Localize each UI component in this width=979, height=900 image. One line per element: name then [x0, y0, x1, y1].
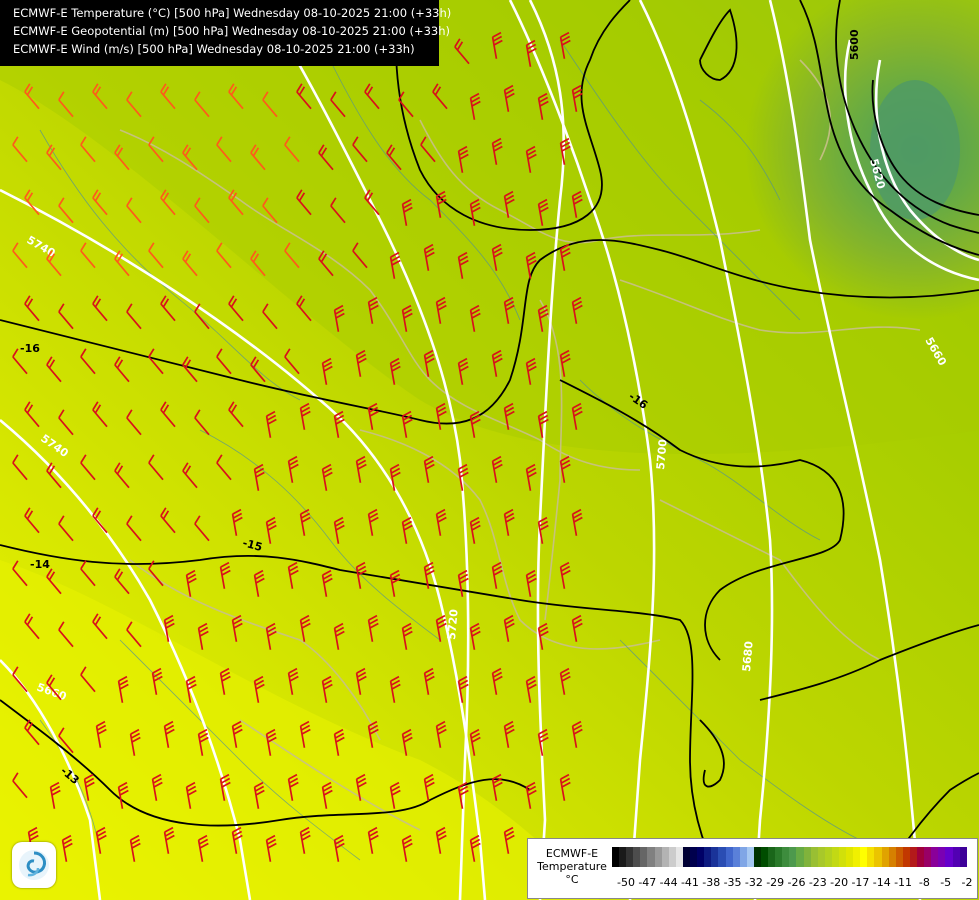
- legend-swatch: [831, 847, 839, 867]
- geopotential-label: 5700: [654, 438, 670, 470]
- legend-swatch: [817, 847, 825, 867]
- legend-swatch: [760, 847, 769, 867]
- map-header: ECMWF-E Temperature (°C) [500 hPa] Wedne…: [0, 0, 452, 66]
- legend-swatch: [753, 847, 761, 867]
- provider-logo: [12, 842, 56, 888]
- geopotential-label: 5720: [445, 608, 461, 640]
- legend-swatch: [640, 847, 648, 867]
- legend-swatch: [931, 847, 939, 867]
- legend-tick: -32: [744, 876, 763, 889]
- legend-swatch: [952, 847, 960, 867]
- legend-swatch: [690, 847, 698, 867]
- legend-swatch: [810, 847, 818, 867]
- legend-swatch: [725, 847, 733, 867]
- legend-swatch: [647, 847, 655, 867]
- geopotential-label: 5680: [740, 640, 756, 672]
- legend-swatch: [682, 847, 691, 867]
- legend-swatch: [697, 847, 705, 867]
- legend-tick: -47: [638, 876, 657, 889]
- legend-tick: -23: [808, 876, 827, 889]
- legend-tick: -8: [918, 876, 930, 889]
- legend-tick: -11: [894, 876, 913, 889]
- legend-swatch: [846, 847, 854, 867]
- legend-swatch: [938, 847, 946, 867]
- legend-tick: -41: [680, 876, 699, 889]
- legend-color-bar: [612, 847, 967, 867]
- legend-swatch: [619, 847, 627, 867]
- legend-swatch: [803, 847, 811, 867]
- legend-swatch: [661, 847, 669, 867]
- legend-swatch: [718, 847, 726, 867]
- legend-swatch: [789, 847, 797, 867]
- legend-swatch: [874, 847, 882, 867]
- legend-swatch: [909, 847, 918, 867]
- legend-swatch: [924, 847, 932, 867]
- legend-swatch: [633, 847, 641, 867]
- geopotential-label: 5600: [848, 29, 861, 60]
- legend-swatch: [782, 847, 790, 867]
- legend-swatch: [895, 847, 903, 867]
- wind-title: ECMWF-E Wind (m/s) [500 hPa] Wednesday 0…: [13, 42, 415, 56]
- legend-swatch: [867, 847, 875, 867]
- legend-tick: -50: [617, 876, 635, 889]
- legend-swatch: [739, 847, 747, 867]
- legend-tick: -29: [766, 876, 785, 889]
- legend-swatch: [768, 847, 776, 867]
- temperature-legend: ECMWF-E Temperature °C -50 -47 -44 -41 -38 -3…: [527, 838, 978, 899]
- legend-tick: -5: [940, 876, 952, 889]
- legend-swatch: [860, 847, 868, 867]
- legend-swatch: [711, 847, 719, 867]
- legend-title: ECMWF-E Temperature °C: [532, 847, 612, 886]
- legend-tick: -14: [872, 876, 891, 889]
- temperature-title: ECMWF-E Temperature (°C) [500 hPa] Wedne…: [13, 6, 452, 20]
- legend-swatch: [612, 847, 620, 867]
- legend-swatch: [839, 847, 847, 867]
- legend-swatch: [668, 847, 676, 867]
- legend-swatch: [796, 847, 804, 867]
- legend-ticks: -50 -47 -44 -41 -38 -35 -32 -29 -26 -23 -20 -17 -14-…: [612, 876, 972, 890]
- temperature-label: -14: [30, 558, 50, 571]
- legend-tick: -44: [659, 876, 678, 889]
- legend-swatch: [654, 847, 662, 867]
- legend-swatch: [945, 847, 953, 867]
- legend-swatch: [902, 847, 910, 867]
- legend-tick: -20: [830, 876, 849, 889]
- weather-map: 5740 5740 5720 5700 5680 5660 5620 5600 …: [0, 0, 979, 900]
- legend-tick: -35: [723, 876, 742, 889]
- legend-swatch: [746, 847, 754, 867]
- legend-tick: -38: [702, 876, 721, 889]
- legend-unit: °C: [565, 873, 579, 886]
- legend-swatch: [888, 847, 896, 867]
- legend-swatch: [732, 847, 740, 867]
- legend-swatch: [626, 847, 634, 867]
- legend-swatch: [959, 847, 967, 867]
- legend-swatch: [853, 847, 861, 867]
- legend-swatch: [704, 847, 712, 867]
- legend-tick: -2: [961, 876, 973, 889]
- legend-tick: -17: [851, 876, 870, 889]
- legend-swatch: [775, 847, 783, 867]
- legend-swatch: [881, 847, 889, 867]
- legend-swatch: [917, 847, 925, 867]
- geopotential-title: ECMWF-E Geopotential (m) [500 hPa] Wedne…: [13, 24, 450, 38]
- temperature-label: -16: [20, 342, 40, 355]
- legend-swatch: [824, 847, 832, 867]
- legend-tick: -26: [787, 876, 806, 889]
- legend-swatch: [675, 847, 683, 867]
